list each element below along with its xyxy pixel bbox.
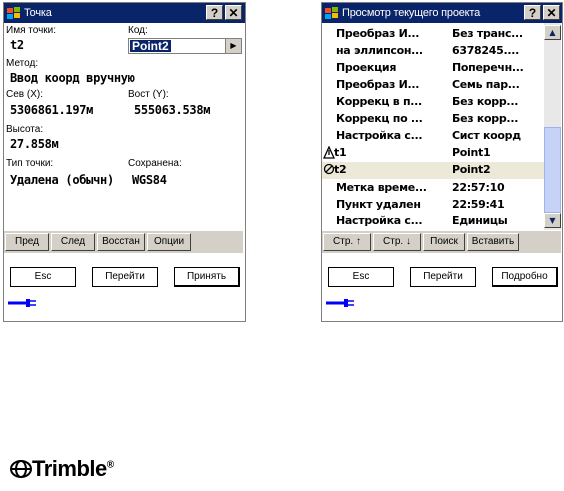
east-value[interactable]: 555063.538м [134,103,210,117]
window-title: Точка [24,7,52,19]
code-field[interactable]: Point2 ▶ [128,38,242,54]
row-value: Без транс... [452,27,523,40]
windows-flag-icon[interactable] [6,6,22,20]
list-item[interactable]: Метка време... 22:57:10 [322,181,544,196]
accept-button[interactable]: Принять [174,267,240,287]
row-value: Семь пар... [452,78,520,91]
row-label: Настройка с... [336,214,423,227]
list-item-selected[interactable]: t2 Point2 [322,162,544,179]
list-item[interactable]: Коррекц в п... Без корр... [322,95,544,110]
east-label: Вост (Y): [128,89,169,100]
point-name-label: Имя точки: [6,25,57,36]
list-item[interactable]: t1 Point1 [322,146,544,161]
scroll-thumb[interactable] [544,127,561,213]
list-item[interactable]: Настройка с... Единицы [322,214,544,229]
list-item[interactable]: Коррекц по ... Без корр... [322,112,544,127]
dropdown-arrow-icon[interactable]: ▶ [225,39,241,53]
list-scrollbar[interactable]: ▲ ▼ [544,23,561,230]
row-label: Преобраз И... [336,27,420,40]
row-value: 22:59:41 [452,198,505,211]
window-title: Просмотр текущего проекта [342,7,481,19]
list-item[interactable]: Проекция Поперечн... [322,61,544,76]
point-type-label: Тип точки: [6,158,54,169]
row-value: 22:57:10 [452,181,505,194]
row-value: Сист коорд [452,129,521,142]
review-job-screen: Просмотр текущего проекта ? ✕ Преобраз И… [321,2,563,322]
row-label: Коррекц по ... [336,112,423,125]
options-button[interactable]: Опции [147,233,191,251]
list-item[interactable]: Настройка с... Сист коорд [322,129,544,144]
trimble-globe-icon [10,460,32,478]
find-button[interactable]: Поиск [423,233,465,251]
point-type-value: Удалена (обычн) [10,173,114,187]
row-value: Без корр... [452,95,519,108]
method-value[interactable]: Ввод коорд вручную [10,71,135,85]
goto-button[interactable]: Перейти [92,267,158,287]
row-label: на эллипсон... [336,44,423,57]
north-value[interactable]: 5306861.197м [10,103,93,117]
row-label: t2 [334,163,347,176]
row-value: Единицы [452,214,508,227]
page-up-button[interactable]: Стр. ↑ [323,233,371,251]
registered-mark: ® [106,459,114,471]
elevation-label: Высота: [6,124,44,135]
help-button[interactable]: ? [524,5,541,20]
row-label: t1 [334,146,347,159]
close-button[interactable]: ✕ [543,5,560,20]
previous-button[interactable]: Пред [5,233,49,251]
title-bar: Точка ? ✕ [4,3,245,23]
restore-button[interactable]: Восстан [97,233,145,251]
stored-as-value: WGS84 [132,173,167,187]
list-item[interactable]: Пункт удален 22:59:41 [322,198,544,213]
row-label: Метка време... [336,181,427,194]
row-label: Коррекц в п... [336,95,422,108]
method-label: Метод: [6,58,39,69]
job-record-list: Преобраз И... Без транс... на эллипсон...… [322,23,544,230]
logo-text: Trimble [32,456,107,481]
action-button-row: Стр. ↑ Стр. ↓ Поиск Вставить [322,231,561,253]
page-down-button[interactable]: Стр. ↓ [373,233,421,251]
north-label: Сев (X): [6,89,43,100]
row-label: Настройка с... [336,129,423,142]
trimble-logo: Trimble® [10,456,114,482]
action-button-row: Пред След Восстан Опции [4,231,243,253]
details-button[interactable]: Подробно [492,267,558,287]
connector-plug-icon [326,299,354,307]
point-screen: Точка ? ✕ Имя точки: t2 Код: Point2 ▶ Ме… [3,2,246,322]
scroll-down-icon[interactable]: ▼ [544,213,561,228]
list-item[interactable]: на эллипсон... 6378245.... [322,44,544,59]
esc-button[interactable]: Esc [328,267,394,287]
point-name-value[interactable]: t2 [10,38,24,52]
goto-button[interactable]: Перейти [410,267,476,287]
help-button[interactable]: ? [206,5,223,20]
row-value: 6378245.... [452,44,519,57]
code-label: Код: [128,25,148,36]
row-label: Преобраз И... [336,78,420,91]
scroll-up-icon[interactable]: ▲ [544,25,561,40]
next-button[interactable]: След [51,233,95,251]
windows-flag-icon[interactable] [324,6,340,20]
row-label: Пункт удален [336,198,421,211]
title-bar: Просмотр текущего проекта ? ✕ [322,3,562,23]
row-value: Без корр... [452,112,519,125]
stored-as-label: Сохранена: [128,158,182,169]
row-value: Поперечн... [452,61,524,74]
elevation-value[interactable]: 27.858м [10,137,59,151]
list-item[interactable]: Преобраз И... Семь пар... [322,78,544,93]
insert-button[interactable]: Вставить [467,233,519,251]
row-value: Point1 [452,146,491,159]
list-item[interactable]: Преобраз И... Без транс... [322,27,544,42]
esc-button[interactable]: Esc [10,267,76,287]
row-value: Point2 [452,163,491,176]
close-button[interactable]: ✕ [225,5,242,20]
row-label: Проекция [336,61,397,74]
code-value[interactable]: Point2 [130,40,171,52]
connector-plug-icon [8,299,36,307]
